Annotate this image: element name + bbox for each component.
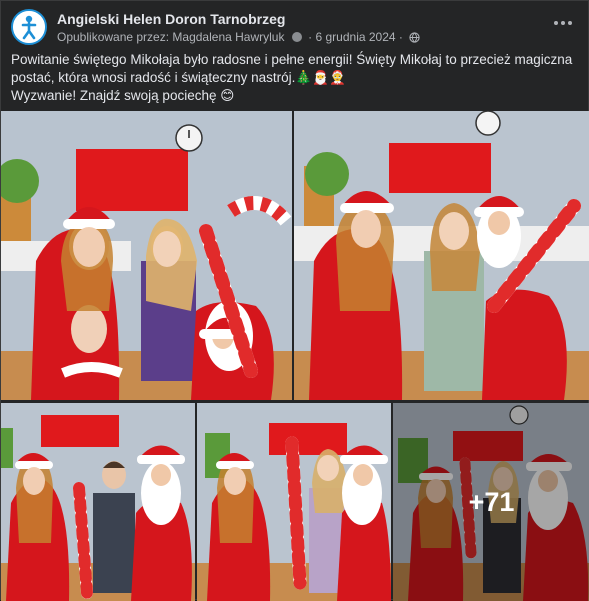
photo-2[interactable]: [294, 111, 589, 400]
post-text-line: Wyzwanie! Znajdź swoją pociechę 😊: [11, 88, 235, 103]
page-avatar[interactable]: [11, 9, 47, 45]
santa-photo-image: [294, 111, 589, 400]
photo-5[interactable]: +71: [393, 403, 589, 601]
more-photos-overlay[interactable]: +71: [393, 403, 589, 601]
photo-4[interactable]: [197, 403, 391, 601]
page-name-link[interactable]: Angielski Helen Doron Tarnobrzeg: [57, 11, 285, 27]
photo-1[interactable]: [1, 111, 292, 400]
published-by-label: Opublikowane przez:: [57, 30, 170, 44]
post-card: Angielski Helen Doron Tarnobrzeg Opublik…: [0, 0, 589, 601]
post-header: Angielski Helen Doron Tarnobrzeg Opublik…: [11, 9, 578, 49]
globe-icon[interactable]: [409, 32, 420, 43]
photo-grid: +71: [1, 111, 589, 601]
santa-photo-image: [1, 403, 195, 601]
info-dot-icon[interactable]: [291, 32, 302, 42]
date-separator: ·: [398, 30, 403, 44]
author-link[interactable]: Magdalena Hawryluk: [172, 30, 284, 44]
photo-3[interactable]: [1, 403, 195, 601]
helen-doron-logo-icon: [13, 11, 45, 43]
post-text-line: Powitanie świętego Mikołaja było radosne…: [11, 52, 573, 85]
post-text: Powitanie świętego Mikołaja było radosne…: [11, 51, 581, 105]
post-meta: Opublikowane przez: Magdalena Hawryluk ·…: [57, 30, 420, 44]
more-options-icon[interactable]: [554, 17, 574, 29]
santa-photo-image: [197, 403, 391, 601]
date-separator: ·: [308, 30, 313, 44]
santa-photo-image: [1, 111, 292, 400]
post-date-link[interactable]: 6 grudnia 2024: [316, 30, 396, 44]
